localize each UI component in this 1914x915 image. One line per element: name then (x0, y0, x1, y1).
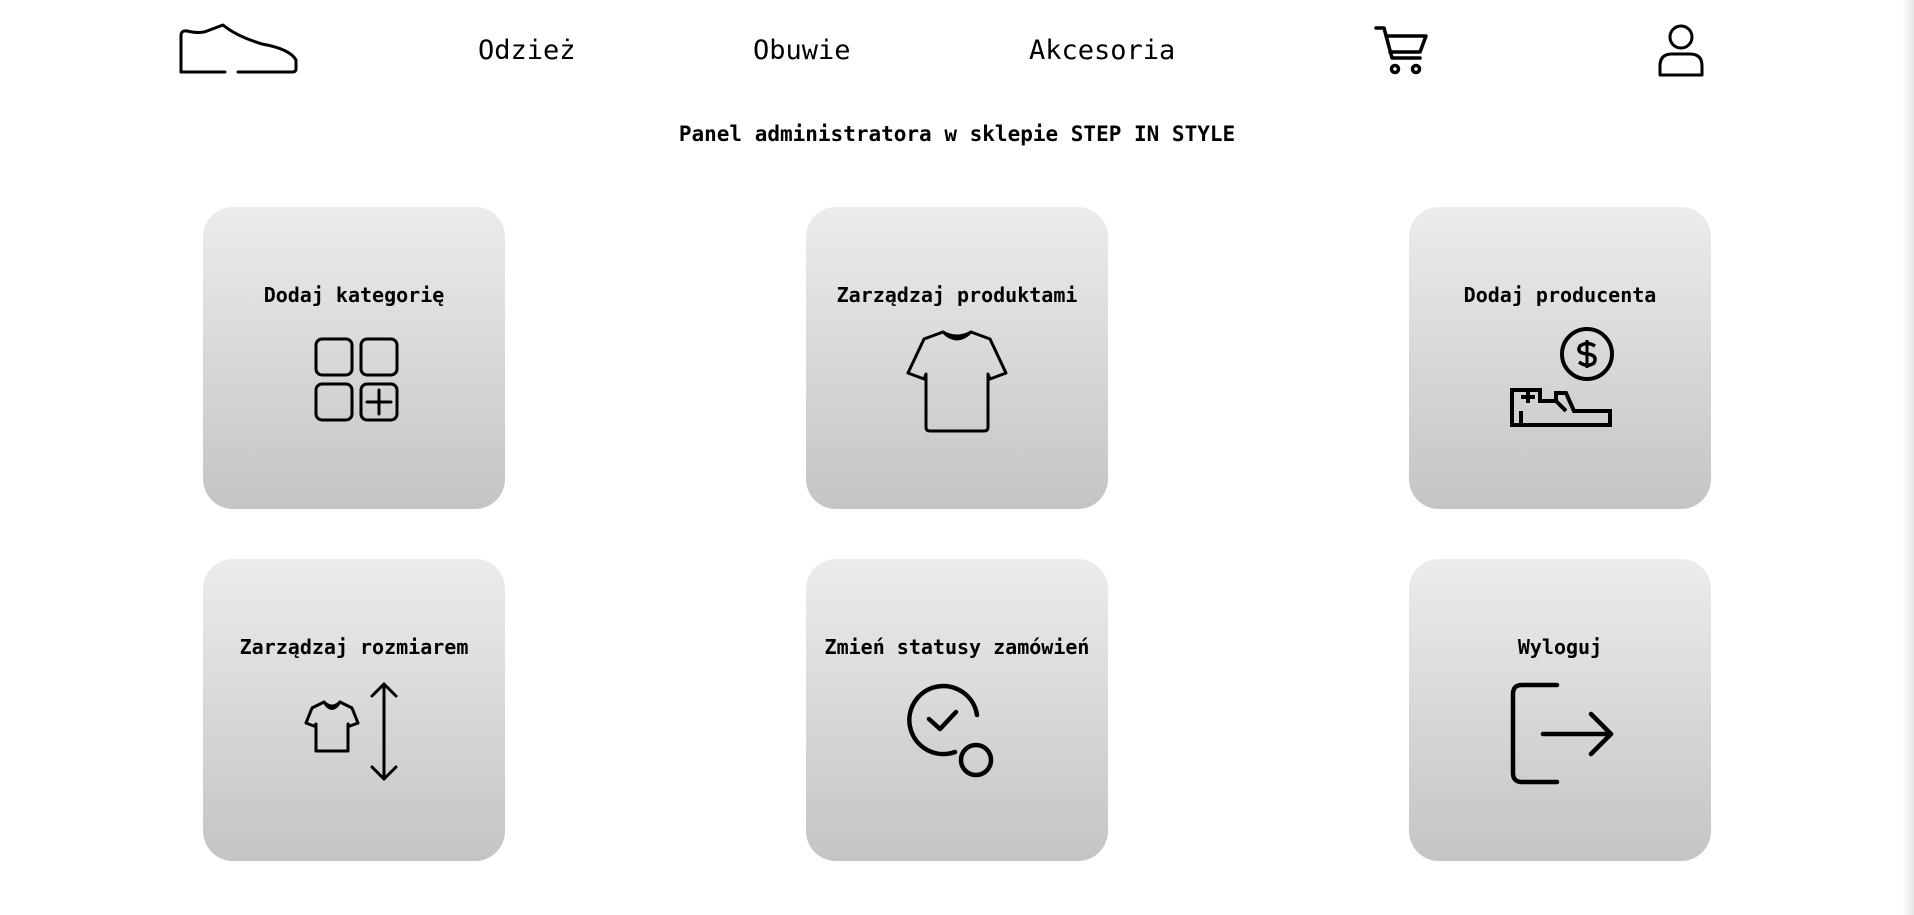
home-logo-link[interactable] (178, 22, 300, 78)
top-navigation: Odzież Obuwie Akcesoria (0, 0, 1914, 110)
add-category-tile[interactable]: Dodaj kategorię (203, 207, 505, 509)
tile-label: Wyloguj (1517, 635, 1603, 659)
page-title: Panel administratora w sklepie STEP IN S… (678, 122, 1236, 146)
logout-tile[interactable]: Wyloguj (1409, 559, 1711, 861)
nav-link-obuwie[interactable]: Obuwie (753, 33, 851, 69)
tile-label: Dodaj producenta (1463, 283, 1657, 307)
tshirt-size-icon (304, 682, 398, 781)
add-manufacturer-tile[interactable]: Dodaj producenta (1409, 207, 1711, 509)
status-check-icon (907, 683, 994, 778)
nav-link-akcesoria[interactable]: Akcesoria (1029, 33, 1175, 69)
cart-icon (1374, 26, 1428, 75)
nav-link-odziez[interactable]: Odzież (478, 33, 576, 69)
tile-label: Zarządzaj rozmiarem (239, 635, 469, 659)
manage-sizes-tile[interactable]: Zarządzaj rozmiarem (203, 559, 505, 861)
logout-icon (1510, 682, 1614, 785)
cart-button[interactable] (1373, 24, 1431, 76)
manage-products-tile[interactable]: Zarządzaj produktami (806, 207, 1108, 509)
tshirt-icon (906, 330, 1008, 433)
tile-label: Dodaj kategorię (263, 283, 445, 307)
tile-label: Zarządzaj produktami (836, 283, 1078, 307)
tile-label: Zmień statusy zamówień (824, 635, 1090, 659)
user-icon (1658, 24, 1704, 77)
hand-money-icon (1510, 327, 1614, 427)
account-button[interactable] (1656, 22, 1706, 78)
sneaker-icon (179, 23, 298, 74)
grid-plus-icon (314, 337, 399, 422)
change-order-status-tile[interactable]: Zmień statusy zamówień (806, 559, 1108, 861)
